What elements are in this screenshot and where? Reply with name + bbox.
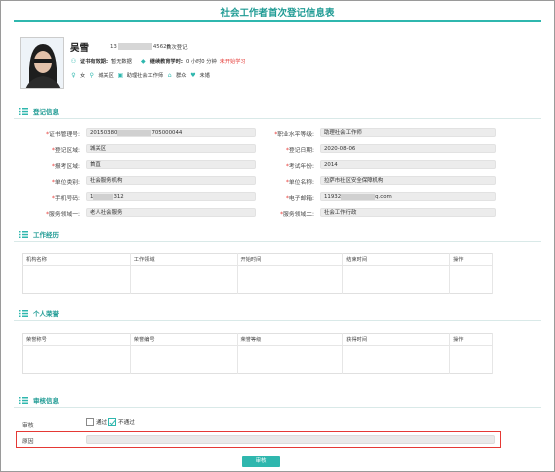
- phone-label: *手机号码:: [51, 196, 80, 202]
- list-icon: [19, 309, 28, 317]
- org-type-label: *单位类别:: [51, 180, 80, 186]
- cert-number-label: *证书管理号:: [46, 132, 80, 138]
- exam-year-field[interactable]: 2014: [320, 160, 496, 169]
- profile-photo: [20, 37, 64, 89]
- table-empty-row: [22, 265, 493, 294]
- service-area-2-label: *服务领域二:: [280, 212, 314, 218]
- work-experience-table: 机构名称 工作领域 开始时间 结束时间 操作: [22, 253, 493, 294]
- table-header-row: 荣誉称号 荣誉编号 荣誉等级 获得时间 操作: [22, 333, 493, 346]
- gender-icon: ♀: [71, 72, 76, 79]
- profile-status-line: ⚇ 证书有效期: 暂无数据 ◆ 继续教育学时: 0 小时0 分钟 未开始学习: [70, 58, 246, 65]
- honor-col-level: 荣誉等级: [237, 333, 344, 346]
- audit-label: 审核: [22, 423, 34, 429]
- pass-checkbox[interactable]: [86, 418, 94, 426]
- work-col-org: 机构名称: [22, 253, 131, 266]
- table-header-row: 机构名称 工作领域 开始时间 结束时间 操作: [22, 253, 493, 266]
- section-audit-divider: [14, 407, 541, 408]
- title-divider: [14, 20, 541, 22]
- audit-reject-option[interactable]: 不通过: [108, 418, 135, 426]
- section-honor-header: 个人荣誉: [19, 308, 59, 318]
- profile-name: 吴雪: [70, 43, 90, 54]
- audit-pass-option[interactable]: 通过: [86, 418, 107, 426]
- honor-col-number: 荣誉编号: [130, 333, 238, 346]
- reject-checkbox[interactable]: [108, 418, 116, 426]
- exam-area-field[interactable]: 首直: [86, 160, 256, 169]
- org-name-label: *单位名称:: [285, 180, 314, 186]
- list-icon: [19, 396, 28, 404]
- profile-tags-line: ♀ 女 ⚲ 城关区 ▣ 助理社会工作师 ⌂ 群众 ♥ 未婚: [71, 72, 210, 79]
- honor-table: 荣誉称号 荣誉编号 荣誉等级 获得时间 操作: [22, 333, 493, 374]
- service-area-1-label: *服务领域一:: [46, 212, 80, 218]
- service-area-2-field[interactable]: 社会工作行政: [320, 208, 496, 217]
- register-date-field[interactable]: 2020-08-06: [320, 144, 496, 153]
- email-field[interactable]: 11932 q.com: [320, 192, 496, 201]
- heart-icon: ♥: [190, 72, 196, 79]
- section-work-divider: [14, 241, 541, 242]
- level-field[interactable]: 助理社会工作师: [320, 128, 496, 137]
- phone-field[interactable]: 1 312: [86, 192, 256, 201]
- exam-area-label: *报考区域:: [51, 164, 80, 170]
- section-basic-divider: [14, 118, 541, 119]
- register-date-label: *登记日期:: [285, 148, 314, 154]
- service-area-1-field[interactable]: 老人社会服务: [86, 208, 256, 217]
- location-icon: ⚲: [89, 72, 94, 79]
- profile-id: 13 45626: [110, 43, 171, 50]
- audit-submit-button[interactable]: 审核: [242, 456, 280, 467]
- page-frame: [0, 0, 555, 472]
- honor-col-title: 荣誉称号: [22, 333, 131, 346]
- list-icon: [19, 230, 28, 238]
- level-icon: ▣: [117, 72, 124, 79]
- exam-year-label: *考试年份:: [285, 164, 314, 170]
- register-area-field[interactable]: 城关区: [86, 144, 256, 153]
- cert-icon: ⚇: [70, 58, 77, 65]
- reason-label: 原因: [22, 439, 34, 445]
- honor-col-date: 获得时间: [342, 333, 451, 346]
- education-icon: ◆: [140, 58, 146, 65]
- work-col-action: 操作: [449, 253, 493, 266]
- cert-number-field[interactable]: 20150380 705000044: [86, 128, 256, 137]
- reason-input[interactable]: [86, 435, 495, 444]
- section-honor-divider: [14, 320, 541, 321]
- work-col-start: 开始时间: [237, 253, 344, 266]
- home-icon: ⌂: [167, 72, 172, 79]
- honor-col-action: 操作: [449, 333, 493, 346]
- register-area-label: *登记区域:: [51, 148, 80, 154]
- section-basic-header: 登记信息: [19, 106, 59, 116]
- table-empty-row: [22, 345, 493, 374]
- list-icon: [19, 107, 28, 115]
- level-label: *职业水平等级:: [274, 132, 314, 138]
- section-audit-header: 审核信息: [19, 395, 59, 405]
- first-registration-tag: 首次登记: [166, 45, 188, 51]
- org-name-field[interactable]: 拉萨市社区安全保障机构: [320, 176, 496, 185]
- page-title: 社会工作者首次登记信息表: [220, 8, 335, 19]
- work-col-end: 结束时间: [342, 253, 451, 266]
- work-col-field: 工作领域: [130, 253, 238, 266]
- section-work-header: 工作经历: [19, 229, 59, 239]
- email-label: *电子邮箱:: [285, 196, 314, 202]
- org-type-field[interactable]: 社会服务机构: [86, 176, 256, 185]
